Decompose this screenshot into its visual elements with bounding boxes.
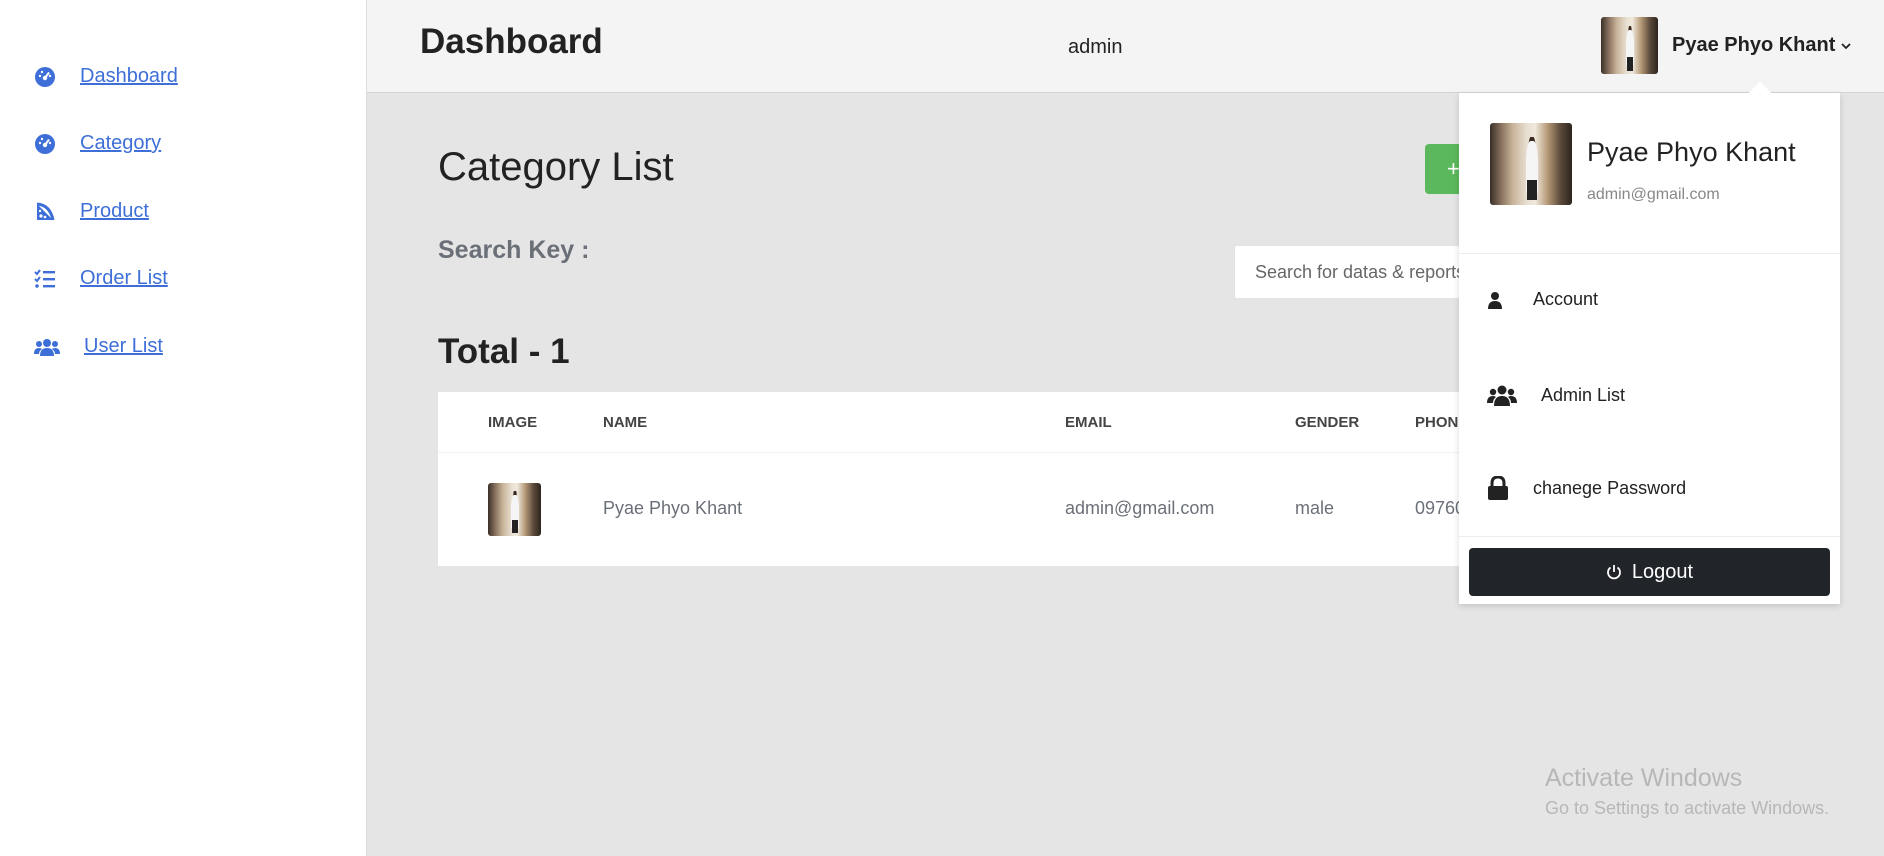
column-header-image: IMAGE: [488, 414, 538, 431]
activation-watermark-title: Activate Windows: [1545, 764, 1743, 792]
users-icon: [34, 336, 60, 358]
sidebar-item-product[interactable]: Product: [34, 200, 149, 223]
list-check-icon: [34, 268, 56, 290]
dropdown-user-email: admin@gmail.com: [1587, 186, 1720, 203]
dropdown-user-name: Pyae Phyo Khant: [1587, 137, 1796, 167]
power-icon: [1606, 564, 1622, 580]
page-title: Dashboard: [420, 22, 603, 61]
sidebar-item-dashboard[interactable]: Dashboard: [34, 65, 178, 88]
search-input[interactable]: [1234, 245, 1494, 299]
avatar: [1601, 17, 1658, 74]
sidebar-item-label[interactable]: Category: [80, 132, 161, 155]
user-icon: [1487, 291, 1503, 309]
users-icon: [1487, 383, 1517, 407]
pizza-icon: [34, 201, 56, 223]
cell-phone: 09760: [1415, 498, 1466, 518]
sidebar: Dashboard Category Product Order List Us…: [0, 0, 367, 856]
column-header-phone: PHON: [1415, 414, 1459, 431]
total-count: Total - 1: [438, 332, 570, 371]
cell-gender: male: [1295, 498, 1335, 518]
sidebar-item-order-list[interactable]: Order List: [34, 267, 168, 290]
user-dropdown-menu: Pyae Phyo Khant admin@gmail.com Account …: [1459, 81, 1840, 604]
dropdown-avatar: [1490, 123, 1572, 205]
divider: [438, 452, 1498, 453]
menu-item-admin-list[interactable]: Admin List: [1487, 383, 1625, 407]
sidebar-item-user-list[interactable]: User List: [34, 335, 163, 358]
divider: [1459, 536, 1840, 537]
logout-label[interactable]: Logout: [1632, 561, 1693, 584]
menu-item-change-password[interactable]: chanege Password: [1487, 476, 1686, 500]
column-header-email: EMAIL: [1065, 414, 1112, 431]
menu-item-label[interactable]: chanege Password: [1533, 478, 1686, 499]
search-label: Search Key :: [438, 236, 590, 264]
menu-item-account[interactable]: Account: [1487, 289, 1598, 310]
top-header: Dashboard admin Pyae Phyo Khant: [367, 0, 1884, 93]
user-role: admin: [1068, 36, 1123, 58]
row-avatar: [488, 483, 541, 536]
gauge-icon: [34, 66, 56, 88]
logout-button[interactable]: Logout: [1469, 548, 1830, 596]
menu-item-label[interactable]: Account: [1533, 289, 1598, 310]
cell-email: admin@gmail.com: [1065, 498, 1215, 518]
activation-watermark-subtitle: Go to Settings to activate Windows.: [1545, 798, 1830, 818]
menu-item-label[interactable]: Admin List: [1541, 385, 1625, 406]
sidebar-item-label[interactable]: User List: [84, 335, 163, 358]
divider: [1459, 253, 1840, 254]
sidebar-item-label[interactable]: Order List: [80, 267, 168, 290]
user-menu-toggle[interactable]: Pyae Phyo Khant: [1601, 17, 1852, 74]
content-title: Category List: [438, 145, 674, 189]
sidebar-item-label[interactable]: Dashboard: [80, 65, 178, 88]
sidebar-item-category[interactable]: Category: [34, 132, 161, 155]
column-header-name: NAME: [603, 414, 648, 431]
lock-icon: [1487, 476, 1509, 500]
chevron-down-icon: [1841, 37, 1852, 55]
column-header-gender: GENDER: [1295, 414, 1360, 431]
data-table: IMAGE NAME EMAIL GENDER PHON Pyae Phyo K…: [438, 392, 1498, 566]
gauge-icon: [34, 133, 56, 155]
cell-name: Pyae Phyo Khant: [603, 498, 743, 518]
user-name[interactable]: Pyae Phyo Khant: [1672, 34, 1835, 57]
sidebar-item-label[interactable]: Product: [80, 200, 149, 223]
